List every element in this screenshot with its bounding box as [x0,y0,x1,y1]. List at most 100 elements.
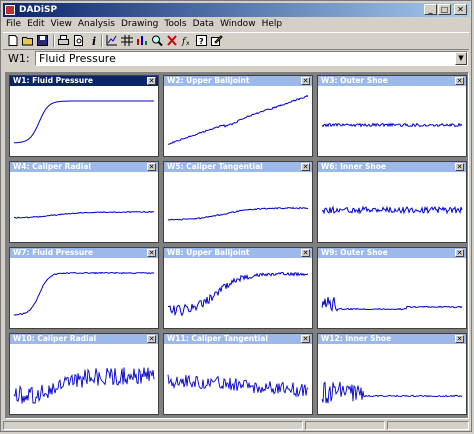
title-bar: DADiSP _ □ ✕ [3,3,469,17]
window-title-bar[interactable]: W9: Outer Shoe ✕ [318,248,466,258]
worksheet-grid: W1: Fluid Pressure ✕ W2: Upper Balljoint ✕ W… [5,72,469,419]
close-icon[interactable]: ✕ [147,249,156,257]
app-title: DADiSP [19,5,58,15]
minimize-button[interactable]: _ [424,4,437,15]
maximize-button[interactable]: □ [438,4,451,15]
menu-help[interactable]: Help [259,18,286,31]
close-icon[interactable]: ✕ [147,335,156,343]
worksheet-window[interactable]: W6: Inner Shoe ✕ [317,161,467,243]
graph-icon[interactable] [106,35,118,46]
menu-data[interactable]: Data [190,18,218,31]
worksheet-window[interactable]: W4: Caliper Radial ✕ [9,161,159,243]
svg-text:x: x [186,40,190,46]
close-icon[interactable]: ✕ [147,163,156,171]
close-icon[interactable]: ✕ [301,249,310,257]
close-icon[interactable]: ✕ [301,77,310,85]
window-title-bar[interactable]: W7: Fluid Pressure ✕ [10,248,158,258]
status-panel-main [3,421,303,430]
window-title: W11: Caliper Tangential [167,334,268,343]
dadisp-logo-icon [5,5,15,15]
waveform-line [321,381,463,404]
menu-edit[interactable]: Edit [24,18,47,31]
menu-tools[interactable]: Tools [161,18,189,31]
waveform-plot[interactable] [12,174,156,240]
status-bar [3,421,469,431]
bar-chart-icon[interactable] [136,35,148,46]
waveform-plot[interactable] [320,174,464,240]
waveform-plot[interactable] [166,88,310,154]
worksheet-window[interactable]: W10: Caliper Radial ✕ [9,333,159,415]
status-panel-2 [305,421,385,430]
window-title: W7: Fluid Pressure [13,248,94,257]
function-icon[interactable]: fx [181,35,193,46]
worksheet-window[interactable]: W8: Upper Balljoint ✕ [163,247,313,329]
waveform-plot[interactable] [320,346,464,412]
waveform-plot[interactable] [320,88,464,154]
close-icon[interactable]: ✕ [301,335,310,343]
worksheet-window[interactable]: W7: Fluid Pressure ✕ [9,247,159,329]
window-selector-combobox[interactable]: Fluid Pressure ▼ [35,51,468,66]
new-icon[interactable] [7,35,19,46]
open-icon[interactable] [22,35,34,46]
menu-file[interactable]: File [3,18,24,31]
window-title-bar[interactable]: W10: Caliper Radial ✕ [10,334,158,344]
waveform-plot[interactable] [166,174,310,240]
window-title-bar[interactable]: W12: Inner Shoe ✕ [318,334,466,344]
svg-text:i: i [92,35,96,46]
waveform-line [321,122,463,128]
menu-window[interactable]: Window [217,18,259,31]
close-icon[interactable]: ✕ [455,335,464,343]
close-icon[interactable]: ✕ [455,163,464,171]
window-title: W10: Caliper Radial [13,334,97,343]
delete-icon[interactable] [166,35,178,46]
chevron-down-icon[interactable]: ▼ [455,52,467,65]
window-title-bar[interactable]: W6: Inner Shoe ✕ [318,162,466,172]
zoom-icon[interactable] [151,35,163,46]
waveform-line [13,367,155,405]
edit-icon[interactable] [211,35,223,46]
app-window: DADiSP _ □ ✕ File Edit View Analysis Drawing… [0,0,472,432]
window-selector-value: Fluid Pressure [39,52,116,65]
window-title-bar[interactable]: W4: Caliper Radial ✕ [10,162,158,172]
save-icon[interactable] [37,35,49,46]
worksheet-window[interactable]: W5: Caliper Tangential ✕ [163,161,313,243]
status-panel-3 [387,421,469,430]
window-title-bar[interactable]: W1: Fluid Pressure ✕ [10,76,158,86]
menu-drawing[interactable]: Drawing [118,18,161,31]
worksheet-window[interactable]: W12: Inner Shoe ✕ [317,333,467,415]
table-icon[interactable] [121,35,133,46]
window-title-bar[interactable]: W3: Outer Shoe ✕ [318,76,466,86]
window-title-bar[interactable]: W11: Caliper Tangential ✕ [164,334,312,344]
window-title-bar[interactable]: W5: Caliper Tangential ✕ [164,162,312,172]
window-title-bar[interactable]: W8: Upper Balljoint ✕ [164,248,312,258]
waveform-plot[interactable] [166,346,310,412]
window-selector-row: W1: Fluid Pressure ▼ [3,50,469,68]
waveform-plot[interactable] [12,88,156,154]
window-title-bar[interactable]: W2: Upper Balljoint ✕ [164,76,312,86]
window-selector-label: W1: [8,52,30,65]
menu-analysis[interactable]: Analysis [75,18,118,31]
waveform-line [167,206,309,221]
close-icon[interactable]: ✕ [301,163,310,171]
waveform-plot[interactable] [166,260,310,326]
worksheet-window[interactable]: W2: Upper Balljoint ✕ [163,75,313,157]
waveform-line [321,205,463,215]
close-button[interactable]: ✕ [454,4,467,15]
menu-view[interactable]: View [48,18,75,31]
window-title: W9: Outer Shoe [321,248,388,257]
info-icon[interactable]: i [88,35,100,46]
window-title: W4: Caliper Radial [13,162,91,171]
waveform-plot[interactable] [320,260,464,326]
worksheet-window[interactable]: W1: Fluid Pressure ✕ [9,75,159,157]
worksheet-window[interactable]: W11: Caliper Tangential ✕ [163,333,313,415]
close-icon[interactable]: ✕ [455,77,464,85]
print-icon[interactable] [58,35,70,46]
waveform-plot[interactable] [12,260,156,326]
help-icon[interactable]: ? [196,35,208,46]
waveform-plot[interactable] [12,346,156,412]
worksheet-window[interactable]: W9: Outer Shoe ✕ [317,247,467,329]
close-icon[interactable]: ✕ [147,77,156,85]
worksheet-window[interactable]: W3: Outer Shoe ✕ [317,75,467,157]
print-preview-icon[interactable] [73,35,85,46]
close-icon[interactable]: ✕ [455,249,464,257]
